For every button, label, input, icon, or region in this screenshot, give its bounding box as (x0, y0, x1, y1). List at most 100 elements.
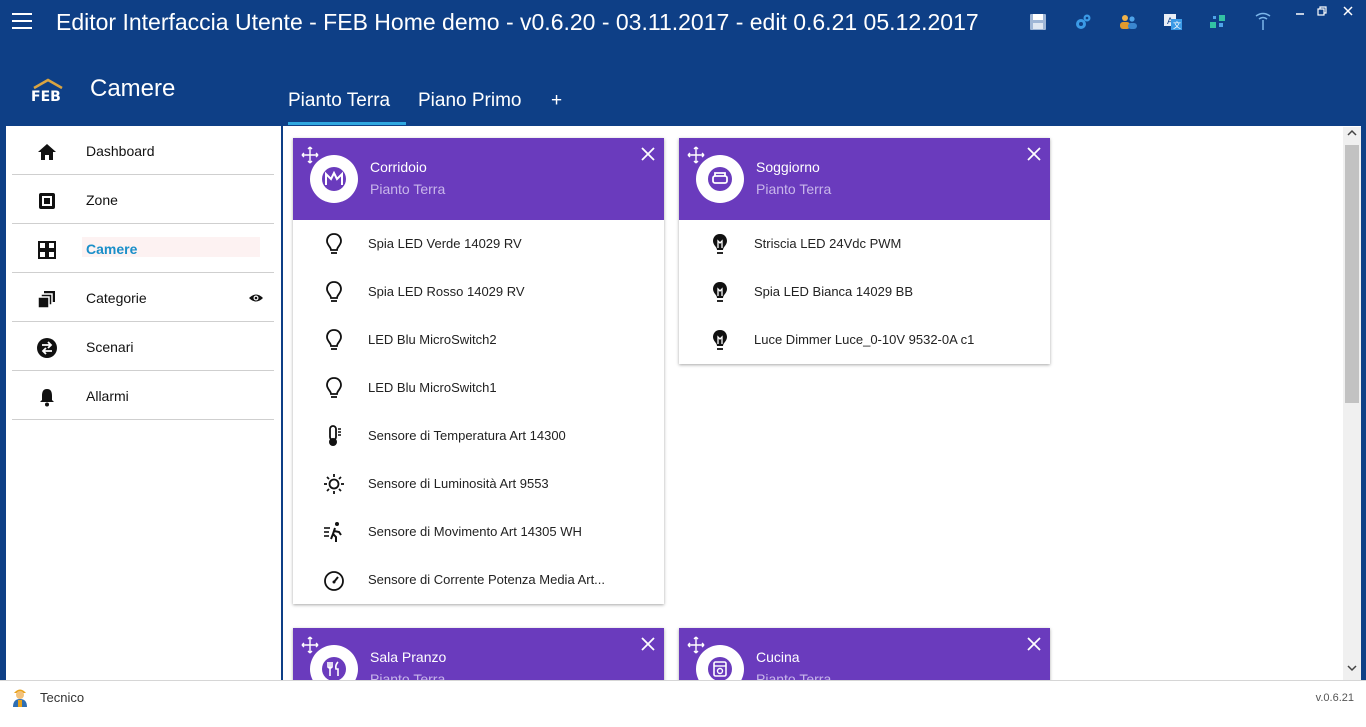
close-icon[interactable] (1027, 147, 1041, 161)
sidebar-item-label: Categorie (86, 290, 147, 306)
bell-icon (36, 386, 58, 408)
device-label: Sensore di Corrente Potenza Media Art... (368, 572, 606, 587)
app-window: Editor Interfaccia Utente - FEB Home dem… (0, 0, 1366, 727)
sidebar-item-label: Camere (86, 241, 138, 257)
add-tab-button[interactable]: + (551, 90, 562, 112)
gauge-icon (323, 568, 345, 592)
close-icon[interactable] (641, 147, 655, 161)
status-bar: Tecnico v.0.6.21 (0, 680, 1366, 727)
sidebar-item-allarmi[interactable]: Allarmi (12, 372, 274, 420)
device-item[interactable]: Sensore di Movimento Art 14305 WH (293, 508, 664, 556)
sidebar-item-label: Scenari (86, 339, 134, 355)
room-floor: Pianto Terra (370, 181, 446, 197)
sidebar-item-label: Allarmi (86, 388, 129, 404)
technician-icon (10, 686, 30, 708)
menu-icon[interactable] (12, 13, 32, 31)
room-title: Corridoio (370, 159, 427, 175)
sidebar: Dashboard Zone Camere Categorie Scenari … (6, 127, 281, 680)
motion-icon (323, 520, 345, 544)
antenna-icon[interactable] (1253, 12, 1273, 32)
room-title: Cucina (756, 649, 800, 665)
sofa-icon (696, 155, 744, 203)
layers-icon (36, 288, 58, 310)
users-icon[interactable] (1118, 12, 1138, 32)
version-label: v.0.6.21 (1315, 692, 1354, 704)
scroll-thumb[interactable] (1345, 145, 1359, 403)
sidebar-item-dashboard[interactable]: Dashboard (12, 127, 274, 175)
room-card-cucina: Cucina Pianto Terra (679, 628, 1050, 680)
sidebar-item-label: Zone (86, 192, 118, 208)
room-floor: Pianto Terra (756, 181, 832, 197)
card-header: Cucina Pianto Terra (679, 628, 1050, 680)
bulb-icon (323, 328, 345, 352)
corridor-icon (310, 155, 358, 203)
device-item[interactable]: Spia LED Bianca 14029 BB (679, 268, 1050, 316)
rooms-grid: Corridoio Pianto Terra Spia LED Verde 14… (283, 127, 1343, 680)
bulb-filament-icon (709, 232, 731, 256)
device-item[interactable]: LED Blu MicroSwitch1 (293, 364, 664, 412)
svg-text:FEB: FEB (31, 89, 61, 104)
restore-button[interactable] (1310, 0, 1334, 22)
window-title: Editor Interfaccia Utente - FEB Home dem… (56, 9, 979, 35)
swap-icon (36, 337, 58, 359)
device-item[interactable]: Sensore di Luminosità Art 9553 (293, 460, 664, 508)
grid-icon (36, 239, 58, 261)
translate-icon[interactable]: A文 (1163, 12, 1183, 32)
bulb-icon (323, 280, 345, 304)
device-label: Sensore di Movimento Art 14305 WH (368, 524, 582, 539)
bulb-icon (323, 232, 345, 256)
sidebar-item-zone[interactable]: Zone (12, 176, 274, 224)
device-item[interactable]: Striscia LED 24Vdc PWM (679, 220, 1050, 268)
save-icon[interactable] (1028, 12, 1048, 32)
card-header: Soggiorno Pianto Terra (679, 138, 1050, 220)
cutlery-icon (310, 645, 358, 680)
device-label: Spia LED Verde 14029 RV (368, 236, 522, 251)
tab-piano-primo[interactable]: Piano Primo (418, 90, 522, 112)
tab-pianto-terra[interactable]: Pianto Terra (288, 90, 390, 112)
device-label: LED Blu MicroSwitch2 (368, 332, 497, 347)
device-label: Luce Dimmer Luce_0-10V 9532-0A c1 (754, 332, 975, 347)
feb-logo: FEB (30, 78, 66, 105)
bulb-icon (323, 376, 345, 400)
device-label: Spia LED Rosso 14029 RV (368, 284, 525, 299)
vertical-scrollbar[interactable] (1343, 127, 1361, 680)
card-header: Sala Pranzo Pianto Terra (293, 628, 664, 680)
tabs-bar: Pianto Terra Piano Primo + (283, 46, 1361, 126)
device-item[interactable]: Luce Dimmer Luce_0-10V 9532-0A c1 (679, 316, 1050, 364)
network-icon[interactable] (1208, 12, 1228, 32)
device-item[interactable]: LED Blu MicroSwitch2 (293, 316, 664, 364)
scroll-down-icon[interactable] (1343, 664, 1361, 678)
close-button[interactable] (1336, 0, 1360, 22)
sidebar-item-scenari[interactable]: Scenari (12, 323, 274, 371)
sidebar-item-camere[interactable]: Camere (12, 225, 274, 273)
device-label: Sensore di Temperatura Art 14300 (368, 428, 566, 443)
eye-icon[interactable] (248, 291, 264, 305)
scroll-up-icon[interactable] (1343, 129, 1361, 143)
title-bar: Editor Interfaccia Utente - FEB Home dem… (0, 0, 1366, 46)
device-label: Sensore di Luminosità Art 9553 (368, 476, 549, 491)
home-icon (36, 141, 58, 163)
room-card-corridoio: Corridoio Pianto Terra Spia LED Verde 14… (293, 138, 664, 604)
room-card-sala-pranzo: Sala Pranzo Pianto Terra (293, 628, 664, 680)
bulb-filament-icon (709, 280, 731, 304)
device-item[interactable]: Spia LED Rosso 14029 RV (293, 268, 664, 316)
device-label: Striscia LED 24Vdc PWM (754, 236, 902, 251)
device-item[interactable]: Spia LED Verde 14029 RV (293, 220, 664, 268)
close-icon[interactable] (641, 637, 655, 651)
sidebar-item-label: Dashboard (86, 143, 155, 159)
zone-icon (36, 190, 58, 212)
minimize-button[interactable] (1288, 0, 1312, 22)
room-floor: Pianto Terra (370, 671, 446, 680)
frame-border (1361, 46, 1366, 680)
settings-icon[interactable] (1073, 12, 1093, 32)
room-title: Sala Pranzo (370, 649, 447, 665)
user-role: Tecnico (40, 690, 85, 705)
sun-icon (323, 472, 345, 496)
svg-text:文: 文 (1173, 20, 1181, 30)
sidebar-item-categorie[interactable]: Categorie (12, 274, 274, 322)
close-icon[interactable] (1027, 637, 1041, 651)
device-item[interactable]: Sensore di Corrente Potenza Media Art... (293, 556, 664, 604)
page-title: Camere (90, 75, 176, 102)
device-item[interactable]: Sensore di Temperatura Art 14300 (293, 412, 664, 460)
device-label: LED Blu MicroSwitch1 (368, 380, 497, 395)
